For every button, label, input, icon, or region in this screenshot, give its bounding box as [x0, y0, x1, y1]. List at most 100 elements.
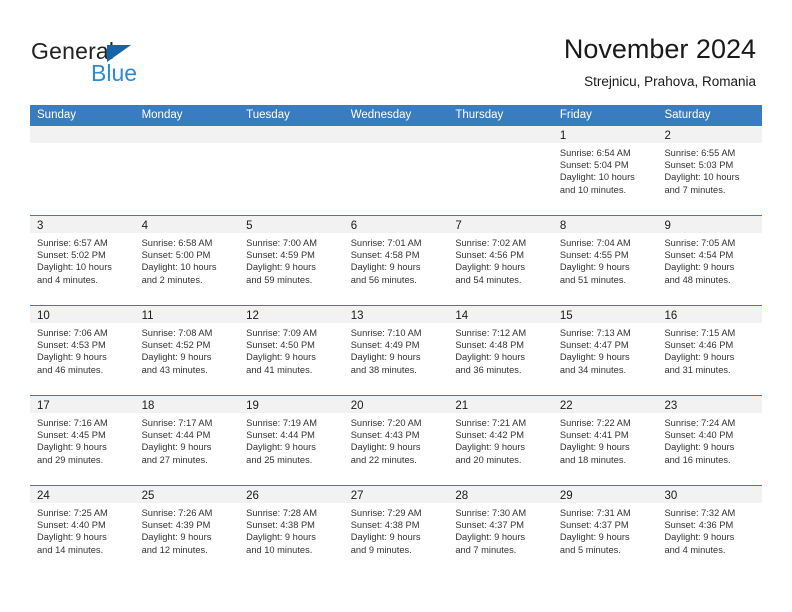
- day-info-line: and 14 minutes.: [37, 544, 104, 555]
- day-number: 21: [455, 400, 469, 412]
- calendar-day-cell[interactable]: 5 Sunrise: 7:00 AM Sunset: 4:59 PM Daylight…: [239, 216, 344, 305]
- day-number: 30: [664, 490, 678, 502]
- day-number-band: 24: [30, 486, 135, 503]
- day-info-line: and 7 minutes.: [455, 544, 517, 555]
- day-info-line: Sunset: 4:41 PM: [559, 430, 629, 441]
- day-info-line: Sunset: 4:53 PM: [37, 340, 106, 351]
- day-info-line: and 46 minutes.: [37, 364, 104, 375]
- day-info-line: Daylight: 10 hours: [141, 262, 217, 273]
- day-info-line: Daylight: 9 hours: [455, 532, 526, 543]
- calendar-day-cell[interactable]: 16 Sunrise: 7:15 AM Sunset: 4:46 PM Dayligh…: [657, 306, 763, 395]
- calendar-day-cell[interactable]: 3 Sunrise: 6:57 AM Sunset: 5:02 PM Daylight…: [30, 216, 135, 305]
- day-info-line: Sunrise: 7:19 AM: [246, 418, 317, 428]
- calendar-day-cell[interactable]: 4 Sunrise: 6:58 AM Sunset: 5:00 PM Daylight…: [134, 216, 240, 305]
- calendar-day-cell[interactable]: 29 Sunrise: 7:31 AM Sunset: 4:37 PM Dayligh…: [552, 486, 658, 575]
- day-info-line: Daylight: 9 hours: [455, 442, 526, 453]
- day-info-line: Sunrise: 6:57 AM: [37, 238, 108, 248]
- day-sun-info: [344, 143, 449, 147]
- logo-text-blue: Blue: [91, 60, 138, 86]
- calendar-day-cell[interactable]: 25 Sunrise: 7:26 AM Sunset: 4:39 PM Dayligh…: [134, 486, 240, 575]
- calendar-day-cell[interactable]: 1 Sunrise: 6:54 AM Sunset: 5:04 PM Daylight…: [552, 126, 658, 215]
- calendar-day-cell[interactable]: 7 Sunrise: 7:02 AM Sunset: 4:56 PM Daylight…: [448, 216, 553, 305]
- day-info-line: Daylight: 9 hours: [664, 262, 735, 273]
- day-number: 13: [350, 310, 364, 322]
- day-number: 20: [350, 400, 364, 412]
- day-info-line: Daylight: 9 hours: [37, 442, 107, 453]
- day-sun-info: Sunrise: 7:16 AM Sunset: 4:45 PM Daylight:…: [30, 413, 135, 466]
- day-info-line: and 34 minutes.: [559, 364, 627, 375]
- day-number: 29: [559, 490, 573, 502]
- day-sun-info: Sunrise: 6:57 AM Sunset: 5:02 PM Daylight:…: [30, 233, 135, 286]
- day-number-band: 11: [134, 306, 240, 323]
- day-info-line: and 56 minutes.: [350, 274, 417, 285]
- day-info-line: Sunset: 4:50 PM: [246, 340, 315, 351]
- day-number-band: 10: [30, 306, 135, 323]
- day-number-band: 22: [552, 396, 658, 413]
- day-number: 22: [559, 400, 573, 412]
- day-sun-info: [135, 143, 240, 147]
- day-info-line: Sunset: 4:48 PM: [455, 340, 525, 351]
- day-info-line: Daylight: 9 hours: [559, 442, 630, 453]
- day-info-line: and 10 minutes.: [246, 544, 313, 555]
- calendar-day-cell[interactable]: 11 Sunrise: 7:08 AM Sunset: 4:52 PM Dayligh…: [134, 306, 240, 395]
- calendar-day-cell[interactable]: 30 Sunrise: 7:32 AM Sunset: 4:36 PM Dayligh…: [657, 486, 763, 575]
- calendar-day-cell[interactable]: 6 Sunrise: 7:01 AM Sunset: 4:58 PM Daylight…: [343, 216, 449, 305]
- day-number: 11: [141, 310, 154, 322]
- day-number-band: 20: [343, 396, 449, 413]
- day-info-line: Sunset: 4:37 PM: [559, 520, 629, 531]
- calendar-day-cell[interactable]: 22 Sunrise: 7:22 AM Sunset: 4:41 PM Dayligh…: [552, 396, 658, 485]
- day-sun-info: Sunrise: 7:31 AM Sunset: 4:37 PM Daylight:…: [553, 503, 658, 556]
- day-info-line: Sunrise: 7:12 AM: [455, 328, 527, 338]
- weekday-header-monday: Monday: [141, 109, 183, 121]
- calendar-day-cell[interactable]: 13 Sunrise: 7:10 AM Sunset: 4:49 PM Dayligh…: [343, 306, 449, 395]
- calendar-day-cell[interactable]: 23 Sunrise: 7:24 AM Sunset: 4:40 PM Dayligh…: [657, 396, 763, 485]
- weekday-header-thursday: Thursday: [455, 109, 504, 121]
- calendar-day-cell[interactable]: 10 Sunrise: 7:06 AM Sunset: 4:53 PM Dayligh…: [30, 306, 135, 395]
- calendar-day-cell[interactable]: 28 Sunrise: 7:30 AM Sunset: 4:37 PM Dayligh…: [448, 486, 553, 575]
- calendar-day-cell[interactable]: 9 Sunrise: 7:05 AM Sunset: 4:54 PM Daylight…: [657, 216, 763, 305]
- calendar-day-cell[interactable]: 26 Sunrise: 7:28 AM Sunset: 4:38 PM Dayligh…: [239, 486, 344, 575]
- calendar-day-cell[interactable]: 14 Sunrise: 7:12 AM Sunset: 4:48 PM Dayligh…: [448, 306, 553, 395]
- day-info-line: and 54 minutes.: [455, 274, 522, 285]
- day-info-line: Daylight: 9 hours: [246, 262, 316, 273]
- day-number-band: 13: [343, 306, 449, 323]
- general-blue-logo[interactable]: General Blue: [31, 38, 231, 90]
- day-info-line: and 22 minutes.: [350, 454, 417, 465]
- day-info-line: Sunset: 4:55 PM: [559, 250, 629, 261]
- calendar-day-cell[interactable]: 15 Sunrise: 7:13 AM Sunset: 4:47 PM Dayligh…: [552, 306, 658, 395]
- calendar-day-cell[interactable]: 12 Sunrise: 7:09 AM Sunset: 4:50 PM Dayligh…: [239, 306, 344, 395]
- calendar-day-cell[interactable]: 27 Sunrise: 7:29 AM Sunset: 4:38 PM Dayligh…: [343, 486, 449, 575]
- day-info-line: Daylight: 9 hours: [664, 442, 735, 453]
- day-number-band: [134, 126, 240, 143]
- day-sun-info: Sunrise: 7:12 AM Sunset: 4:48 PM Daylight:…: [448, 323, 553, 376]
- day-info-line: Sunrise: 6:58 AM: [141, 238, 213, 248]
- day-sun-info: Sunrise: 7:30 AM Sunset: 4:37 PM Daylight:…: [448, 503, 553, 556]
- day-info-line: Sunset: 4:42 PM: [455, 430, 525, 441]
- day-info-line: Sunrise: 7:21 AM: [455, 418, 527, 428]
- day-sun-info: Sunrise: 7:08 AM Sunset: 4:52 PM Daylight:…: [135, 323, 240, 376]
- calendar-day-cell[interactable]: 17 Sunrise: 7:16 AM Sunset: 4:45 PM Dayligh…: [30, 396, 135, 485]
- day-info-line: Sunrise: 7:13 AM: [559, 328, 631, 338]
- weekday-header-friday: Friday: [559, 109, 592, 121]
- calendar-day-cell[interactable]: 24 Sunrise: 7:25 AM Sunset: 4:40 PM Dayligh…: [30, 486, 135, 575]
- day-number: 28: [455, 490, 469, 502]
- day-info-line: Sunrise: 7:29 AM: [350, 508, 422, 518]
- calendar-day-cell[interactable]: 8 Sunrise: 7:04 AM Sunset: 4:55 PM Daylight…: [552, 216, 658, 305]
- day-sun-info: Sunrise: 7:04 AM Sunset: 4:55 PM Daylight:…: [553, 233, 658, 286]
- calendar-day-cell[interactable]: 20 Sunrise: 7:20 AM Sunset: 4:43 PM Dayligh…: [343, 396, 449, 485]
- calendar-day-cell[interactable]: 19 Sunrise: 7:19 AM Sunset: 4:44 PM Dayligh…: [239, 396, 344, 485]
- calendar-day-cell[interactable]: 21 Sunrise: 7:21 AM Sunset: 4:42 PM Dayligh…: [448, 396, 553, 485]
- day-info-line: Sunset: 4:36 PM: [664, 520, 734, 531]
- day-number-band: 28: [448, 486, 553, 503]
- day-info-line: Daylight: 10 hours: [559, 172, 635, 183]
- day-sun-info: [239, 143, 344, 147]
- calendar-day-cell[interactable]: 2 Sunrise: 6:55 AM Sunset: 5:03 PM Daylight…: [657, 126, 763, 215]
- day-info-line: Sunset: 4:40 PM: [664, 430, 734, 441]
- calendar-day-cell[interactable]: 18 Sunrise: 7:17 AM Sunset: 4:44 PM Dayligh…: [134, 396, 240, 485]
- day-sun-info: Sunrise: 6:55 AM Sunset: 5:03 PM Daylight:…: [657, 143, 762, 196]
- day-number: 27: [350, 490, 364, 502]
- day-info-line: Sunrise: 7:28 AM: [246, 508, 317, 518]
- day-number: 2: [664, 130, 671, 142]
- day-info-line: Sunset: 4:40 PM: [37, 520, 106, 531]
- day-info-line: Sunrise: 7:26 AM: [141, 508, 213, 518]
